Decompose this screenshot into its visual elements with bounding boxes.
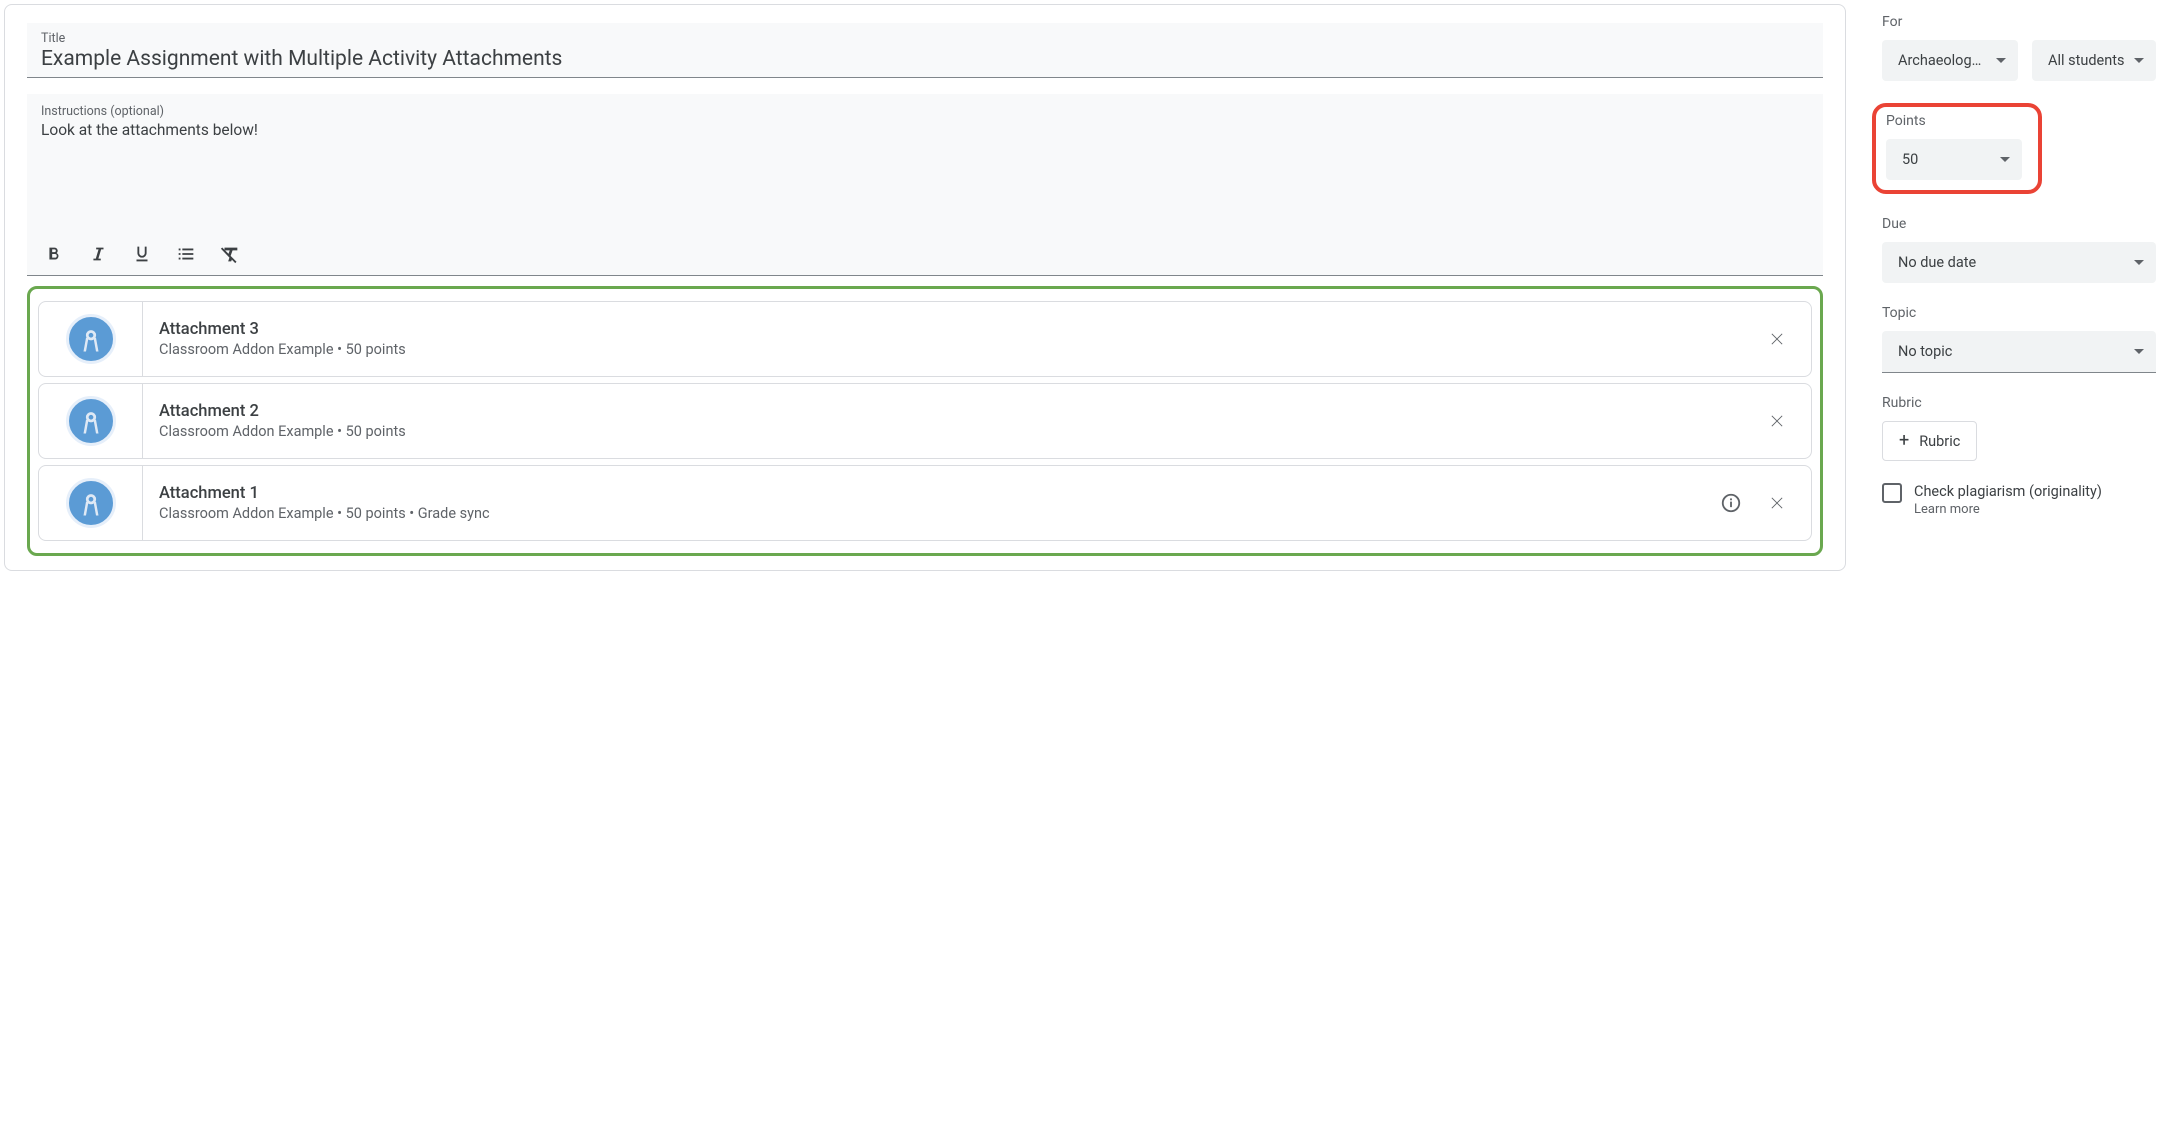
for-class-dropdown[interactable]: Archaeology … xyxy=(1882,40,2018,81)
instructions-field[interactable]: Instructions (optional) Look at the atta… xyxy=(27,94,1823,276)
topic-dropdown[interactable]: No topic xyxy=(1882,331,2156,373)
attachment-subtitle: Classroom Addon Example • 50 points xyxy=(159,423,1749,440)
assignment-editor: Title Instructions (optional) Look at th… xyxy=(4,4,1846,571)
chevron-down-icon xyxy=(2134,349,2144,354)
topic-label: Topic xyxy=(1882,305,2156,321)
instructions-label: Instructions (optional) xyxy=(41,104,1809,119)
rubric-button-label: Rubric xyxy=(1919,433,1960,450)
plagiarism-label: Check plagiarism (originality) xyxy=(1914,483,2102,500)
rubric-label: Rubric xyxy=(1882,395,2156,411)
underline-button[interactable] xyxy=(129,241,155,267)
attachment-card[interactable]: Attachment 2 Classroom Addon Example • 5… xyxy=(38,383,1812,459)
due-date-dropdown[interactable]: No due date xyxy=(1882,242,2156,283)
attachment-title: Attachment 1 xyxy=(159,484,1703,503)
chevron-down-icon xyxy=(2134,58,2144,63)
attachment-body: Attachment 2 Classroom Addon Example • 5… xyxy=(143,384,1765,458)
plus-icon: + xyxy=(1899,432,1909,450)
chevron-down-icon xyxy=(2000,157,2010,162)
for-students-dropdown[interactable]: All students xyxy=(2032,40,2156,81)
remove-attachment-button[interactable] xyxy=(1765,491,1789,515)
addon-icon xyxy=(66,478,116,528)
attachment-body: Attachment 3 Classroom Addon Example • 5… xyxy=(143,302,1765,376)
clear-format-icon xyxy=(219,243,241,265)
points-value: 50 xyxy=(1902,151,1918,168)
points-highlight: Points 50 xyxy=(1872,103,2042,194)
italic-icon xyxy=(87,243,109,265)
title-label: Title xyxy=(41,31,1809,46)
for-students-value: All students xyxy=(2048,52,2124,69)
chevron-down-icon xyxy=(1996,58,2006,63)
addon-icon xyxy=(66,314,116,364)
attachment-icon-cell xyxy=(39,302,143,376)
close-icon xyxy=(1766,492,1788,514)
attachment-subtitle: Classroom Addon Example • 50 points xyxy=(159,341,1749,358)
due-label: Due xyxy=(1882,216,2156,232)
italic-button[interactable] xyxy=(85,241,111,267)
instructions-textarea[interactable]: Look at the attachments below! xyxy=(41,119,1809,237)
add-rubric-button[interactable]: + Rubric xyxy=(1882,421,1977,461)
due-value: No due date xyxy=(1898,254,1976,271)
info-icon xyxy=(1720,492,1742,514)
for-class-value: Archaeology … xyxy=(1898,52,1988,69)
bold-icon xyxy=(43,243,65,265)
title-input[interactable] xyxy=(41,47,1809,71)
points-dropdown[interactable]: 50 xyxy=(1886,139,2022,180)
topic-value: No topic xyxy=(1898,343,1952,360)
bold-button[interactable] xyxy=(41,241,67,267)
addon-icon xyxy=(66,396,116,446)
attachment-card[interactable]: Attachment 1 Classroom Addon Example • 5… xyxy=(38,465,1812,541)
title-field[interactable]: Title xyxy=(27,23,1823,78)
chevron-down-icon xyxy=(2134,260,2144,265)
close-icon xyxy=(1766,410,1788,432)
points-label: Points xyxy=(1886,113,2028,129)
clear-format-button[interactable] xyxy=(217,241,243,267)
plagiarism-checkbox[interactable] xyxy=(1882,483,1902,503)
bullet-list-button[interactable] xyxy=(173,241,199,267)
for-label: For xyxy=(1882,14,2156,30)
attachment-title: Attachment 3 xyxy=(159,320,1749,339)
remove-attachment-button[interactable] xyxy=(1765,327,1789,351)
attachment-card[interactable]: Attachment 3 Classroom Addon Example • 5… xyxy=(38,301,1812,377)
attachment-icon-cell xyxy=(39,466,143,540)
assignment-settings-sidebar: For Archaeology … All students Points 50 xyxy=(1846,4,2166,571)
underline-icon xyxy=(131,243,153,265)
attachment-info-button[interactable] xyxy=(1719,491,1743,515)
close-icon xyxy=(1766,328,1788,350)
attachments-list: Attachment 3 Classroom Addon Example • 5… xyxy=(27,286,1823,556)
remove-attachment-button[interactable] xyxy=(1765,409,1789,433)
format-toolbar xyxy=(41,237,1809,275)
attachment-body: Attachment 1 Classroom Addon Example • 5… xyxy=(143,466,1719,540)
attachment-subtitle: Classroom Addon Example • 50 points • Gr… xyxy=(159,505,1703,522)
list-icon xyxy=(175,243,197,265)
attachment-icon-cell xyxy=(39,384,143,458)
learn-more-link[interactable]: Learn more xyxy=(1914,502,2102,517)
attachment-title: Attachment 2 xyxy=(159,402,1749,421)
